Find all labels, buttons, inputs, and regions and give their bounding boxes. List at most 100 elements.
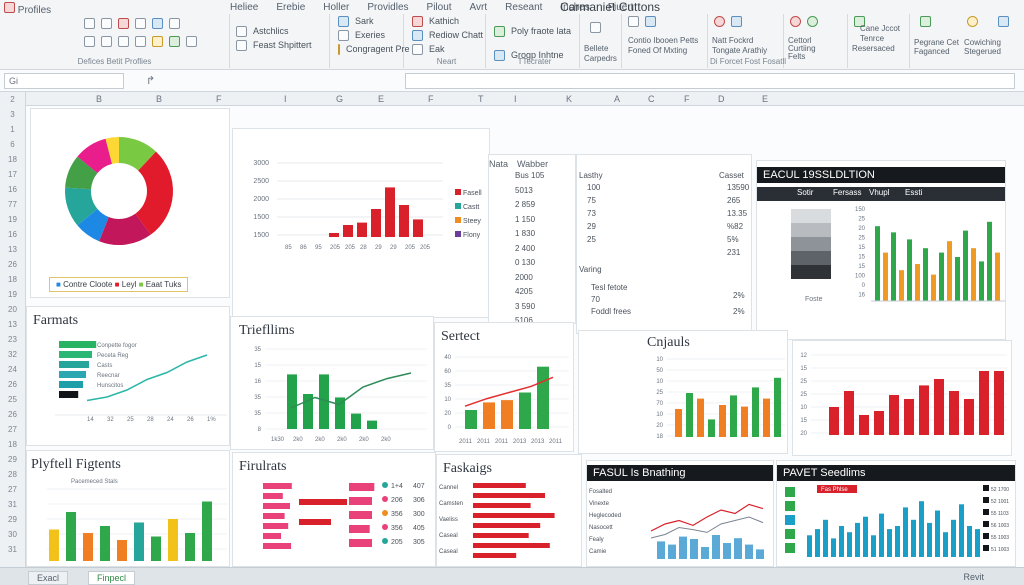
row-header[interactable]: 19: [0, 212, 25, 227]
row-header[interactable]: 18: [0, 272, 25, 287]
ribbon-tab[interactable]: Pilout: [427, 2, 452, 13]
clip-item[interactable]: Astchlics: [253, 26, 289, 36]
ribbon-tab[interactable]: Erebie: [276, 2, 305, 13]
row-header[interactable]: 1: [0, 122, 25, 137]
row-header[interactable]: 13: [0, 242, 25, 257]
insert-item[interactable]: Kathich: [429, 16, 459, 26]
cnjauls-panel[interactable]: Cnjauls 10 50 10 25 70 10 20 18: [578, 330, 788, 454]
table-icon[interactable]: [412, 15, 423, 27]
view-item[interactable]: Foned Of Mxting: [628, 46, 687, 55]
store-icon[interactable]: [731, 15, 742, 27]
column-header[interactable]: F: [216, 94, 222, 104]
analyze-icon[interactable]: [790, 15, 801, 27]
clip-item[interactable]: Feast Shpittert: [253, 40, 312, 50]
row-header[interactable]: 23: [0, 332, 25, 347]
row-header[interactable]: 17: [0, 167, 25, 182]
sertect-panel[interactable]: Sertect 40 60 35 10 20 0 2011 2011 2011 2013 2013 2…: [434, 322, 574, 452]
worksheet[interactable]: 2 3 1 6 18 17 16 77 19 16 13 26 18 19 20 13 23 32 24 26 25 26…: [0, 92, 1024, 567]
case-icon[interactable]: [338, 43, 340, 55]
row-header[interactable]: 2: [0, 92, 25, 107]
format-icon[interactable]: [169, 17, 180, 29]
formula-input[interactable]: [405, 73, 1015, 89]
column-header[interactable]: G: [336, 94, 343, 104]
tablet-icon[interactable]: [998, 15, 1009, 27]
donut-panel[interactable]: ■ Contre Cloote ■ Leyl ■ Eaat Tuks: [30, 108, 230, 298]
font-icon[interactable]: [338, 15, 349, 27]
help-item[interactable]: Faganced: [914, 47, 950, 56]
row-header[interactable]: 29: [0, 512, 25, 527]
color-icon[interactable]: [169, 35, 180, 47]
row-header[interactable]: 77: [0, 197, 25, 212]
style-item[interactable]: Poly fraote lata: [511, 26, 571, 36]
panel-tab[interactable]: Fersass: [833, 188, 861, 197]
view-item[interactable]: Contio Ibooen Petts: [628, 36, 698, 45]
align-left-icon[interactable]: [101, 35, 112, 47]
column-header[interactable]: T: [478, 94, 484, 104]
review-item[interactable]: Cane Jccot: [860, 24, 900, 33]
row-header[interactable]: 31: [0, 497, 25, 512]
size-icon[interactable]: [338, 29, 349, 41]
sheet-tab-active[interactable]: Finpecl: [88, 571, 136, 585]
row-header[interactable]: 16: [0, 227, 25, 242]
window-icon[interactable]: [645, 15, 656, 27]
panel-tab[interactable]: Essti: [905, 188, 922, 197]
column-header[interactable]: C: [648, 94, 655, 104]
row-header[interactable]: 3: [0, 107, 25, 122]
column-header[interactable]: I: [514, 94, 517, 104]
addin-item[interactable]: Tongate Arathiy: [712, 46, 767, 55]
cells-item[interactable]: Bellete: [584, 44, 608, 53]
data-table-2[interactable]: Lasthy Casset 100 13590 75 265 73 13.35 29 %82 25 5…: [576, 154, 752, 334]
panel-tab[interactable]: Sotir: [797, 188, 813, 197]
column-header[interactable]: D: [718, 94, 725, 104]
pivot-figments-panel[interactable]: Plyftell Figtents Pacemeced Stals: [26, 450, 230, 567]
column-header[interactable]: K: [566, 94, 572, 104]
figulrats-panel[interactable]: Firulrats 1+4 407 206 306 356 300 356 405 205 305: [232, 452, 436, 567]
row-header[interactable]: 29: [0, 452, 25, 467]
analyze-item[interactable]: Felts: [788, 52, 805, 61]
column-header[interactable]: A: [614, 94, 620, 104]
chart-icon[interactable]: [412, 29, 423, 41]
faskaigs-panel[interactable]: Faskaigs Cannel Camsten Vaeliss Caseal Casea…: [436, 454, 582, 567]
font-item[interactable]: Congragent Pre: [346, 44, 410, 54]
ribbon-tab[interactable]: Heliee: [230, 2, 258, 13]
help-item[interactable]: Pegrane Cet: [914, 38, 959, 47]
help-item[interactable]: Stegerued: [964, 47, 1001, 56]
row-header[interactable]: 18: [0, 152, 25, 167]
fill-icon[interactable]: [152, 35, 163, 47]
panel-tab[interactable]: Vhupl: [869, 188, 889, 197]
insert-item[interactable]: Rediow Chatt: [429, 30, 483, 40]
formats-panel[interactable]: Farmats Conpette fogor Peceta Reg Casts Ree…: [26, 306, 230, 446]
row-header[interactable]: 28: [0, 467, 25, 482]
row-header[interactable]: 30: [0, 527, 25, 542]
pivet-panel[interactable]: PAVET Seedlims Fas Phlse 52 1700 52 1001 55…: [776, 460, 1016, 567]
top-bar-panel[interactable]: 3000 2500 2000 1500 1500 85 86 95 205 205 28 29 29 20…: [232, 128, 490, 318]
row-header[interactable]: 27: [0, 482, 25, 497]
row-header[interactable]: 18: [0, 437, 25, 452]
cut-icon[interactable]: [236, 39, 247, 51]
font-item[interactable]: Exeries: [355, 30, 385, 40]
row-header[interactable]: 6: [0, 137, 25, 152]
styles-icon[interactable]: [494, 25, 505, 37]
review-item[interactable]: Resersaced: [852, 44, 895, 53]
addin-item[interactable]: Natt Fockrd: [712, 36, 753, 45]
sheet-tab[interactable]: Exacl: [28, 571, 69, 585]
bold-icon[interactable]: [101, 17, 112, 29]
name-box[interactable]: Gi: [4, 73, 124, 89]
format-painter-icon[interactable]: [84, 17, 95, 29]
align-right-icon[interactable]: [135, 35, 146, 47]
style-icon[interactable]: [152, 17, 163, 29]
column-header[interactable]: E: [762, 94, 768, 104]
freeze-icon[interactable]: [628, 15, 639, 27]
addin-icon[interactable]: [714, 15, 725, 27]
paste-icon[interactable]: [236, 25, 247, 37]
align-center-icon[interactable]: [118, 35, 129, 47]
italic-icon[interactable]: [135, 17, 146, 29]
ribbon-tab[interactable]: Holler: [323, 2, 349, 13]
row-header[interactable]: 26: [0, 257, 25, 272]
review-item[interactable]: Tenrce: [860, 34, 884, 43]
ribbon-tab[interactable]: Reseant: [505, 2, 542, 13]
row-header[interactable]: 26: [0, 377, 25, 392]
column-header[interactable]: E: [378, 94, 384, 104]
row-header[interactable]: 31: [0, 542, 25, 557]
column-header[interactable]: B: [96, 94, 102, 104]
